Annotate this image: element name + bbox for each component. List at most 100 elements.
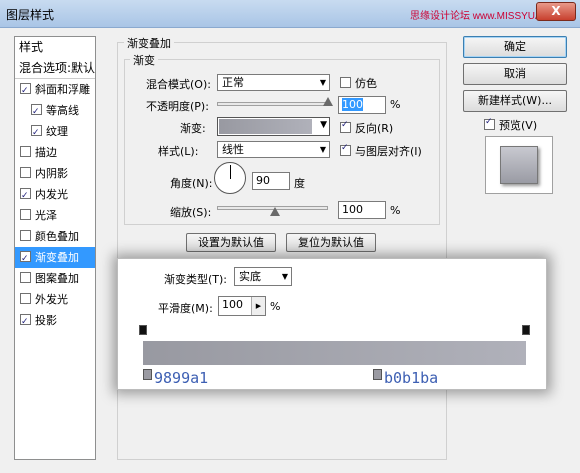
style-list-item[interactable]: 图案叠加 xyxy=(15,268,95,289)
gradient-editor-panel: 渐变类型(T): 实底 ▼ 平滑度(M): 100 ▶ % 9899a1 b0b1… xyxy=(117,258,547,390)
style-list-label: 光泽 xyxy=(35,209,57,222)
opacity-value: 100 xyxy=(342,98,363,111)
style-label: 样式(L): xyxy=(158,145,199,158)
checkbox-box[interactable] xyxy=(20,293,31,304)
style-list-item[interactable]: 混合选项:默认 xyxy=(15,58,95,79)
dither-checkbox[interactable]: 仿色 xyxy=(340,75,377,91)
style-list-label: 颜色叠加 xyxy=(35,230,79,243)
style-list-item[interactable]: 描边 xyxy=(15,142,95,163)
style-list-item[interactable]: 颜色叠加 xyxy=(15,226,95,247)
align-label: 与图层对齐(I) xyxy=(355,145,422,158)
checkbox-box xyxy=(340,120,351,133)
checkbox-box[interactable] xyxy=(20,167,31,178)
opacity-stop[interactable] xyxy=(522,325,530,335)
style-list-item[interactable]: 投影 xyxy=(15,310,95,333)
opacity-input[interactable]: 100 xyxy=(338,96,386,114)
preview-label: 预览(V) xyxy=(499,119,538,132)
subsection-title: 渐变 xyxy=(130,52,158,68)
style-list-panel: 样式混合选项:默认斜面和浮雕等高线纹理描边内阴影内发光光泽颜色叠加渐变叠加图案叠… xyxy=(14,36,96,460)
opacity-slider-thumb[interactable] xyxy=(323,97,333,106)
ok-button[interactable]: 确定 xyxy=(463,36,567,58)
angle-input[interactable]: 90 xyxy=(252,172,290,190)
smoothness-value: 100 xyxy=(222,298,243,311)
chevron-down-icon: ▼ xyxy=(281,272,288,281)
gradient-editor-bar[interactable] xyxy=(143,341,526,365)
gradient-type-label: 渐变类型(T): xyxy=(164,273,228,286)
chevron-down-icon: ▼ xyxy=(319,145,326,154)
style-list-label: 内阴影 xyxy=(35,167,68,180)
reset-default-button[interactable]: 复位为默认值 xyxy=(286,233,376,252)
angle-dial-needle xyxy=(230,165,231,179)
style-list-label: 图案叠加 xyxy=(35,272,79,285)
style-preview-swatch xyxy=(500,146,538,184)
style-list-label: 渐变叠加 xyxy=(35,251,79,264)
style-preview-box xyxy=(485,136,553,194)
gradient-picker[interactable]: ▼ xyxy=(217,117,330,136)
style-list-item[interactable]: 光泽 xyxy=(15,205,95,226)
style-list-label: 斜面和浮雕 xyxy=(35,83,90,96)
reverse-label: 反向(R) xyxy=(355,122,394,135)
scale-label: 缩放(S): xyxy=(170,206,212,219)
gradient-label: 渐变: xyxy=(180,122,206,135)
reverse-checkbox[interactable]: 反向(R) xyxy=(340,120,393,136)
opacity-slider-track[interactable] xyxy=(217,102,328,106)
smoothness-unit: % xyxy=(270,300,281,313)
set-default-button[interactable]: 设置为默认值 xyxy=(186,233,276,252)
preview-checkbox[interactable]: 预览(V) xyxy=(484,117,537,133)
scale-percent: % xyxy=(390,204,401,217)
opacity-stop[interactable] xyxy=(139,325,147,335)
color-stop[interactable] xyxy=(373,369,382,380)
checkbox-box[interactable] xyxy=(20,230,31,241)
style-list-item[interactable]: 纹理 xyxy=(15,121,95,144)
title-bar: 图层样式 思缘设计论坛 www.MISSYUAN.COM X xyxy=(0,0,580,28)
gradient-type-value: 实底 xyxy=(239,270,261,283)
checkbox-box xyxy=(484,117,495,130)
angle-label: 角度(N): xyxy=(170,177,213,190)
style-list-item[interactable]: 斜面和浮雕 xyxy=(15,79,95,102)
scale-input[interactable]: 100 xyxy=(338,201,386,219)
chevron-right-icon[interactable]: ▶ xyxy=(251,297,265,315)
opacity-label: 不透明度(P): xyxy=(146,100,209,113)
checkbox-box[interactable] xyxy=(20,272,31,283)
chevron-down-icon[interactable]: ▼ xyxy=(320,120,327,130)
checkbox-box[interactable] xyxy=(31,123,42,144)
checkbox-box[interactable] xyxy=(20,146,31,157)
style-list-label: 等高线 xyxy=(46,104,79,117)
smoothness-label: 平滑度(M): xyxy=(158,302,213,315)
style-list-item[interactable]: 内阴影 xyxy=(15,163,95,184)
checkbox-box[interactable] xyxy=(31,102,42,123)
blend-mode-dropdown[interactable]: 正常 ▼ xyxy=(217,74,330,91)
checkbox-box xyxy=(340,143,351,156)
smoothness-input[interactable]: 100 ▶ xyxy=(218,296,266,316)
opacity-percent: % xyxy=(390,98,401,111)
style-list-item[interactable]: 外发光 xyxy=(15,289,95,310)
scale-slider-thumb[interactable] xyxy=(270,207,280,216)
checkbox-box xyxy=(340,77,351,88)
style-list-item[interactable]: 渐变叠加 xyxy=(15,247,95,270)
checkbox-box[interactable] xyxy=(20,186,31,207)
cancel-button[interactable]: 取消 xyxy=(463,63,567,85)
blend-mode-value: 正常 xyxy=(222,76,244,89)
gradient-preview[interactable] xyxy=(219,119,312,134)
color-stop[interactable] xyxy=(143,369,152,380)
checkbox-box[interactable] xyxy=(20,81,31,102)
checkbox-box[interactable] xyxy=(20,209,31,220)
style-list-label: 投影 xyxy=(35,314,57,327)
style-list-item[interactable]: 样式 xyxy=(15,37,95,58)
style-dropdown[interactable]: 线性 ▼ xyxy=(217,141,330,158)
style-value: 线性 xyxy=(222,143,244,156)
checkbox-box[interactable] xyxy=(20,249,31,270)
checkbox-box[interactable] xyxy=(20,312,31,333)
chevron-down-icon: ▼ xyxy=(319,78,326,87)
color-stop-hex: b0b1ba xyxy=(384,369,439,387)
new-style-button[interactable]: 新建样式(W)... xyxy=(463,90,567,112)
close-button[interactable]: X xyxy=(536,2,576,21)
align-with-layer-checkbox[interactable]: 与图层对齐(I) xyxy=(340,143,422,159)
style-list-item[interactable]: 内发光 xyxy=(15,184,95,207)
angle-dial[interactable] xyxy=(214,162,246,194)
style-list-label: 样式 xyxy=(19,40,44,54)
gradient-type-dropdown[interactable]: 实底 ▼ xyxy=(234,267,292,286)
style-list-label: 外发光 xyxy=(35,293,68,306)
style-list-item[interactable]: 等高线 xyxy=(15,100,95,123)
style-list-label: 描边 xyxy=(35,146,57,159)
